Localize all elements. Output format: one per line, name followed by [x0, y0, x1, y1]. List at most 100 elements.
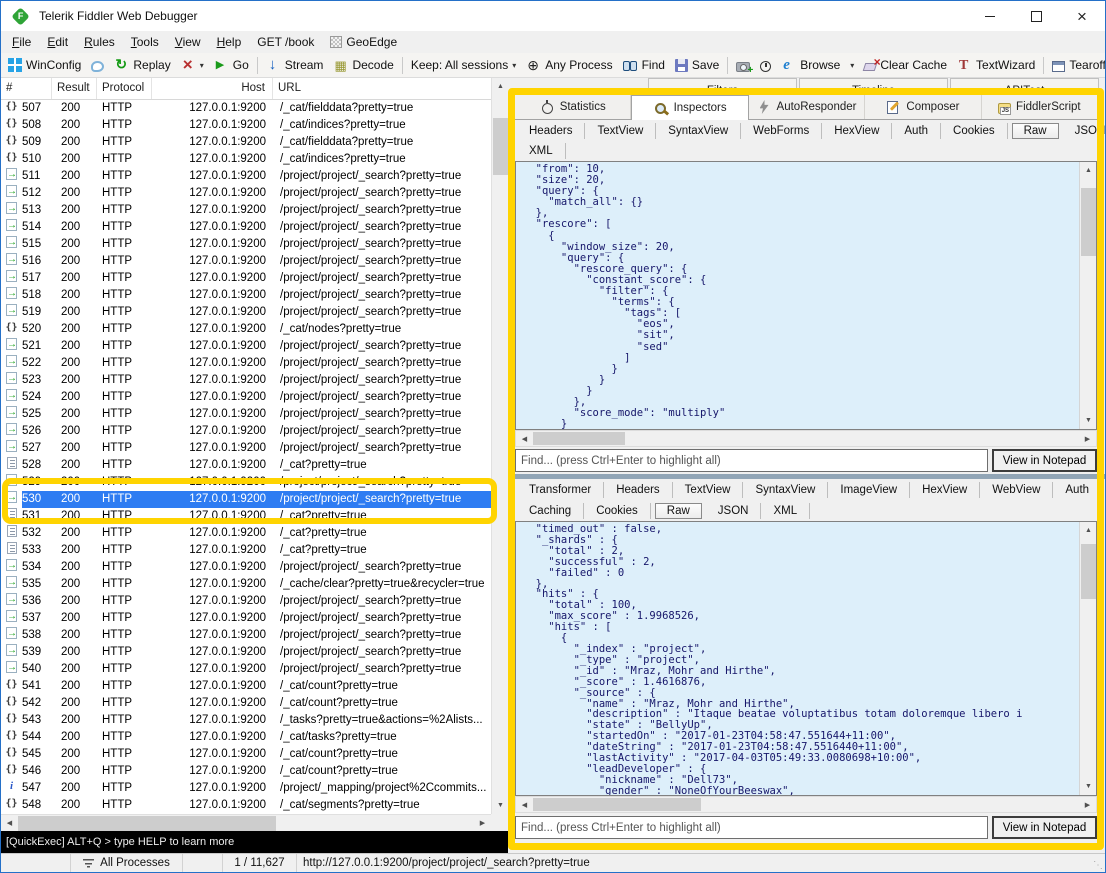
session-row-532[interactable]: 532200HTTP127.0.0.1:9200/_cat?pretty=tru… [1, 525, 491, 542]
session-row-521[interactable]: 521200HTTP127.0.0.1:9200/project/project… [1, 338, 491, 355]
session-row-536[interactable]: 536200HTTP127.0.0.1:9200/project/project… [1, 593, 491, 610]
session-row-528[interactable]: 528200HTTP127.0.0.1:9200/_cat?pretty=tru… [1, 457, 491, 474]
request-raw-view[interactable]: "from": 10, "size": 20, "query": { "matc… [515, 161, 1097, 430]
response-vertical-scrollbar[interactable]: ▲ ▼ [1079, 522, 1096, 795]
column-header-url[interactable]: URL [273, 78, 491, 99]
minimize-icon[interactable] [967, 1, 1013, 31]
session-row-509[interactable]: 509200HTTP127.0.0.1:9200/_cat/fielddata?… [1, 134, 491, 151]
session-row-534[interactable]: 534200HTTP127.0.0.1:9200/project/project… [1, 559, 491, 576]
toolbar-decode[interactable]: Decode [328, 54, 398, 76]
process-filter[interactable]: All Processes [71, 854, 183, 872]
response-view-in-notepad-button[interactable]: View in Notepad [992, 816, 1097, 839]
session-row-527[interactable]: 527200HTTP127.0.0.1:9200/project/project… [1, 440, 491, 457]
session-row-524[interactable]: 524200HTTP127.0.0.1:9200/project/project… [1, 389, 491, 406]
session-row-529[interactable]: 529200HTTP127.0.0.1:9200/project/project… [1, 474, 491, 491]
scroll-up-icon[interactable]: ▲ [492, 78, 509, 95]
resp-subtab-textview[interactable]: TextView [673, 482, 744, 498]
scroll-up-icon[interactable]: ▲ [1080, 522, 1097, 539]
session-row-513[interactable]: 513200HTTP127.0.0.1:9200/project/project… [1, 202, 491, 219]
resp-subtab-json[interactable]: JSON [706, 503, 762, 519]
session-row-533[interactable]: 533200HTTP127.0.0.1:9200/_cat?pretty=tru… [1, 542, 491, 559]
session-row-545[interactable]: 545200HTTP127.0.0.1:9200/_cat/count?pret… [1, 746, 491, 763]
response-raw-view[interactable]: "timed_out" : false, "_shards" : { "tota… [515, 521, 1097, 796]
menu-item-tools[interactable]: Tools [123, 33, 167, 51]
resp-subtab-cookies[interactable]: Cookies [584, 503, 651, 519]
tab-inspectors[interactable]: Inspectors [631, 95, 748, 120]
toolbar-comment[interactable] [86, 54, 109, 76]
request-find-input[interactable] [515, 449, 988, 472]
resize-grip-icon[interactable]: ⋱ [1093, 861, 1103, 871]
req-subtab-headers[interactable]: Headers [517, 123, 585, 139]
scroll-right-icon[interactable]: ▶ [474, 815, 491, 832]
session-row-542[interactable]: 542200HTTP127.0.0.1:9200/_cat/count?pret… [1, 695, 491, 712]
toolbar-any-process[interactable]: Any Process [521, 54, 617, 76]
response-horizontal-scrollbar[interactable]: ◀ ▶ [515, 796, 1097, 813]
capture-indicator-cell[interactable] [1, 854, 71, 872]
toolbar-clear-cache[interactable]: Clear Cache [859, 54, 952, 76]
response-find-input[interactable] [515, 816, 988, 839]
req-subtab-webforms[interactable]: WebForms [741, 123, 822, 139]
menu-item-file[interactable]: File [4, 33, 39, 51]
toolbar-save[interactable]: Save [670, 54, 724, 76]
menu-item-rules[interactable]: Rules [76, 33, 123, 51]
session-row-544[interactable]: 544200HTTP127.0.0.1:9200/_cat/tasks?pret… [1, 729, 491, 746]
req-subtab-xml[interactable]: XML [517, 143, 566, 159]
req-subtab-auth[interactable]: Auth [892, 123, 941, 139]
menu-item-view[interactable]: View [167, 33, 209, 51]
tab-timeline-partial[interactable]: Timeline [799, 78, 948, 94]
menu-item-get-book[interactable]: GET /book [249, 33, 322, 51]
session-row-514[interactable]: 514200HTTP127.0.0.1:9200/project/project… [1, 219, 491, 236]
tab-filters-partial[interactable]: Filters [648, 78, 797, 94]
menu-item-geoedge[interactable]: GeoEdge [322, 33, 405, 51]
toolbar-keep-all-sessions[interactable]: Keep: All sessions▾ [406, 54, 521, 76]
session-row-548[interactable]: 548200HTTP127.0.0.1:9200/_cat/segments?p… [1, 797, 491, 814]
resp-subtab-xml[interactable]: XML [761, 503, 810, 519]
resp-subtab-hexview[interactable]: HexView [910, 482, 980, 498]
session-row-508[interactable]: 508200HTTP127.0.0.1:9200/_cat/indices?pr… [1, 117, 491, 134]
session-row-546[interactable]: 546200HTTP127.0.0.1:9200/_cat/count?pret… [1, 763, 491, 780]
session-row-507[interactable]: 507200HTTP127.0.0.1:9200/_cat/fielddata?… [1, 100, 491, 117]
session-row-526[interactable]: 526200HTTP127.0.0.1:9200/project/project… [1, 423, 491, 440]
session-row-540[interactable]: 540200HTTP127.0.0.1:9200/project/project… [1, 661, 491, 678]
toolbar-winconfig[interactable]: WinConfig [3, 54, 86, 76]
request-vertical-scrollbar[interactable]: ▲ ▼ [1079, 162, 1096, 429]
toolbar-browse[interactable]: Browse [776, 54, 845, 76]
toolbar-stream[interactable]: Stream [261, 54, 329, 76]
scroll-right-icon[interactable]: ▶ [1079, 797, 1096, 814]
scroll-down-icon[interactable]: ▼ [1080, 778, 1097, 795]
session-row-535[interactable]: 535200HTTP127.0.0.1:9200/_cache/clear?pr… [1, 576, 491, 593]
resp-subtab-raw[interactable]: Raw [655, 503, 702, 519]
resp-subtab-syntaxview[interactable]: SyntaxView [743, 482, 828, 498]
resp-subtab-caching[interactable]: Caching [517, 503, 584, 519]
menu-item-edit[interactable]: Edit [39, 33, 76, 51]
request-view-in-notepad-button[interactable]: View in Notepad [992, 449, 1097, 472]
resp-subtab-webview[interactable]: WebView [980, 482, 1053, 498]
toolbar-replay[interactable]: Replay [109, 54, 175, 76]
tab-apitest-partial[interactable]: APITest [950, 78, 1099, 94]
column-header-protocol[interactable]: Protocol [97, 78, 152, 99]
session-row-531[interactable]: 531200HTTP127.0.0.1:9200/_cat?pretty=tru… [1, 508, 491, 525]
scroll-up-icon[interactable]: ▲ [1080, 162, 1097, 179]
scroll-left-icon[interactable]: ◀ [516, 797, 533, 814]
toolbar-camera[interactable] [731, 54, 755, 76]
scroll-down-icon[interactable]: ▼ [1080, 412, 1097, 429]
scroll-thumb[interactable] [1081, 188, 1096, 256]
toolbar-dropdown[interactable]: ▾ [845, 54, 859, 76]
req-subtab-json[interactable]: JSON [1063, 123, 1106, 139]
session-row-517[interactable]: 517200HTTP127.0.0.1:9200/project/project… [1, 270, 491, 287]
session-row-523[interactable]: 523200HTTP127.0.0.1:9200/project/project… [1, 372, 491, 389]
tab-statistics[interactable]: Statistics [515, 95, 631, 119]
scroll-down-icon[interactable]: ▼ [492, 797, 509, 814]
tab-fiddlerscript[interactable]: FiddlerScript [982, 95, 1097, 119]
session-row-547[interactable]: 547200HTTP127.0.0.1:9200/project/_mappin… [1, 780, 491, 797]
req-subtab-hexview[interactable]: HexView [822, 123, 892, 139]
scroll-thumb[interactable] [533, 798, 701, 811]
req-subtab-cookies[interactable]: Cookies [941, 123, 1008, 139]
req-subtab-textview[interactable]: TextView [585, 123, 656, 139]
session-row-511[interactable]: 511200HTTP127.0.0.1:9200/project/project… [1, 168, 491, 185]
scroll-right-icon[interactable]: ▶ [1079, 431, 1096, 448]
column-header-result[interactable]: Result [52, 78, 97, 99]
scroll-thumb[interactable] [533, 432, 625, 445]
scroll-left-icon[interactable]: ◀ [1, 815, 18, 832]
maximize-icon[interactable] [1013, 1, 1059, 31]
